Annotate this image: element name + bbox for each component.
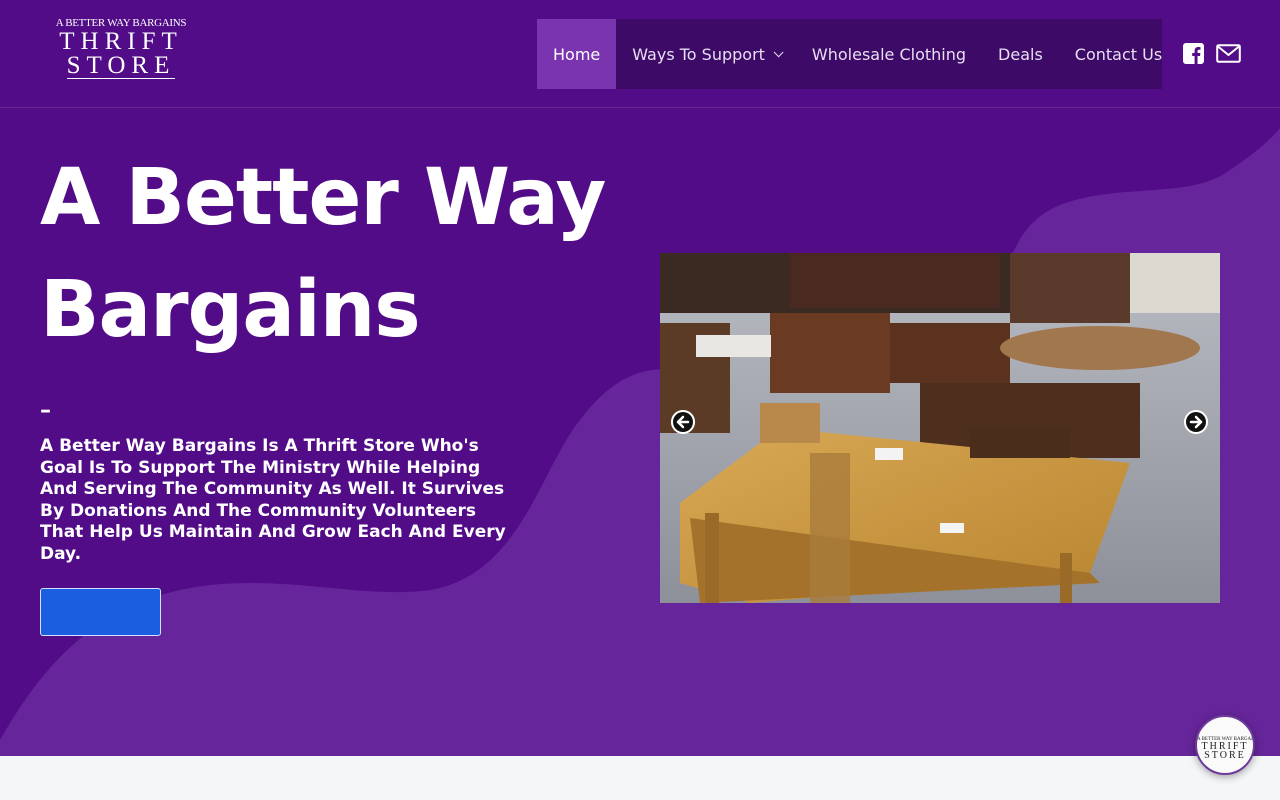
nav-item-home[interactable]: Home (537, 19, 617, 89)
site-logo[interactable]: A BETTER WAY BARGAINS THRIFT STORE (53, 16, 189, 84)
chevron-down-icon (773, 46, 784, 57)
nav-item-label: Ways To Support (632, 44, 765, 64)
nav-item-contact-us[interactable]: Contact Us (1059, 19, 1178, 89)
logo-word-thrift: THRIFT (59, 28, 183, 55)
main-nav: Home Ways To Support Wholesale Clothing … (537, 19, 1162, 89)
nav-item-ways-to-support[interactable]: Ways To Support (616, 19, 796, 89)
hero-cta-button[interactable] (40, 588, 161, 636)
facebook-icon[interactable] (1183, 43, 1204, 64)
nav-item-deals[interactable]: Deals (982, 19, 1059, 89)
mail-icon[interactable] (1216, 43, 1241, 64)
slide-image-furniture (660, 253, 1220, 603)
hero-title: A Better Way Bargains (40, 153, 606, 355)
chat-badge-word-store: STORE (1204, 750, 1246, 761)
logo-word-store: STORE (66, 52, 176, 79)
nav-item-label: Wholesale Clothing (811, 44, 967, 64)
nav-item-wholesale-clothing[interactable]: Wholesale Clothing (796, 19, 982, 89)
site-header: A BETTER WAY BARGAINS THRIFT STORE Home … (0, 0, 1280, 108)
image-slider[interactable] (660, 253, 1220, 603)
next-section-strip (0, 756, 1280, 800)
nav-item-label: Contact Us (1074, 44, 1163, 64)
nav-item-label: Deals (998, 44, 1043, 64)
chat-widget-button[interactable]: A BETTER WAY BARGAINS THRIFT STORE (1195, 715, 1255, 775)
arrow-left-icon[interactable] (671, 410, 695, 434)
arrow-right-icon[interactable] (1184, 410, 1208, 434)
hero-dash: – (40, 398, 51, 423)
nav-item-label: Home (553, 44, 601, 64)
hero-description: A Better Way Bargains Is A Thrift Store … (40, 436, 506, 564)
